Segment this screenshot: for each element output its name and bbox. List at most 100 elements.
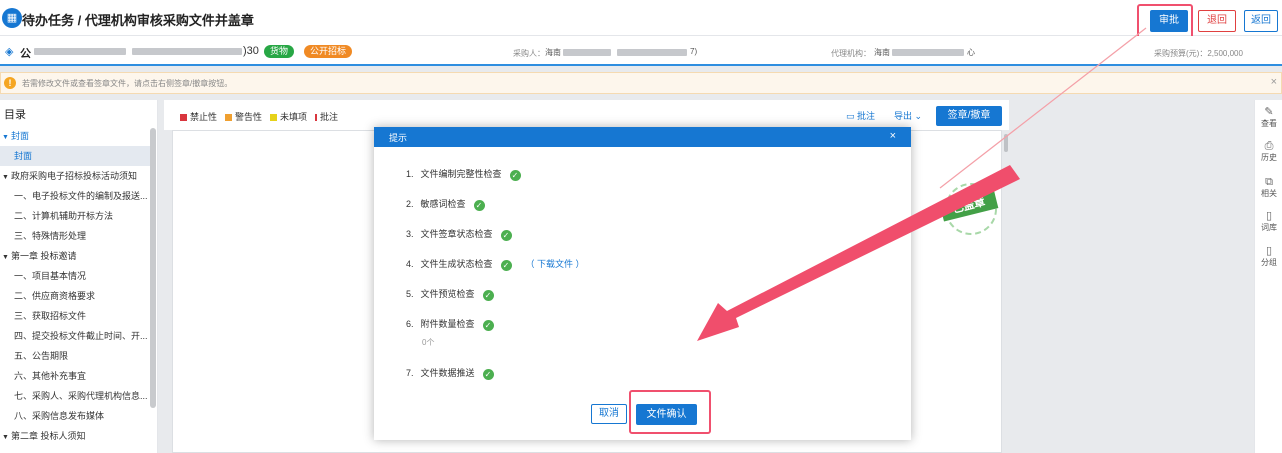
rail-item[interactable]: ⎙ 历史 bbox=[1255, 140, 1282, 163]
export-button[interactable]: 导出 ⌄ bbox=[894, 109, 922, 122]
legend-label: 未填项 bbox=[280, 112, 308, 122]
toc-item-label: 一、项目基本情况 bbox=[14, 271, 87, 281]
toc-item-label: 政府采购电子招标投标活动须知 bbox=[11, 171, 138, 181]
legend-swatch bbox=[270, 114, 278, 121]
check-item: 6. 附件数量检查 ✓ bbox=[406, 317, 494, 331]
download-file-link[interactable]: （ 下载文件 ） bbox=[526, 259, 585, 269]
check-label: 附件数量检查 bbox=[420, 319, 475, 329]
toc-item-label: 第一章 投标邀请 bbox=[11, 251, 77, 261]
check-item: 4. 文件生成状态检查 ✓ （ 下载文件 ） bbox=[406, 257, 585, 271]
check-label: 文件生成状态检查 bbox=[420, 259, 493, 269]
toc-item[interactable]: 一、项目基本情况 bbox=[0, 266, 150, 286]
toc-item-label: 六、其他补充事宜 bbox=[14, 371, 87, 381]
apps-icon[interactable]: ▦ bbox=[2, 8, 22, 28]
warning-icon: ! bbox=[4, 77, 16, 89]
check-number: 6. bbox=[406, 319, 414, 329]
check-item: 7. 文件数据推送 ✓ bbox=[406, 366, 494, 380]
rail-item[interactable]: ▯ 词库 bbox=[1255, 210, 1282, 233]
rail-item-label: 词库 bbox=[1261, 223, 1277, 232]
legend-item: 警告性 bbox=[225, 112, 262, 122]
toc-item[interactable]: 六、其他补充事宜 bbox=[0, 366, 150, 386]
rail-item-label: 查看 bbox=[1261, 119, 1277, 128]
caret-down-icon[interactable]: ▼ bbox=[2, 248, 11, 266]
check-label: 文件数据推送 bbox=[420, 368, 475, 378]
toc-item-label: 三、获取招标文件 bbox=[14, 311, 87, 321]
toc-item[interactable]: ▼ 封面 bbox=[0, 126, 150, 146]
check-number: 2. bbox=[406, 199, 414, 209]
caret-down-icon[interactable]: ▼ bbox=[2, 128, 11, 146]
sign-revoke-button[interactable]: 签章/撤章 bbox=[936, 106, 1002, 126]
legend-item: 禁止性 bbox=[180, 112, 217, 122]
toc-item[interactable]: 一、电子投标文件的编制及报送... bbox=[0, 186, 150, 206]
return-button[interactable]: 退回 bbox=[1198, 10, 1236, 32]
toc-item[interactable]: 三、特殊情形处理 bbox=[0, 226, 150, 246]
redacted-block bbox=[617, 49, 687, 56]
caret-down-icon[interactable]: ▼ bbox=[2, 428, 11, 446]
confirm-highlight-box bbox=[629, 390, 711, 434]
toc-item-label: 二、计算机辅助开标方法 bbox=[14, 211, 114, 221]
close-icon[interactable]: × bbox=[1271, 76, 1277, 88]
sidebar-scrollbar[interactable] bbox=[150, 128, 156, 408]
project-cube-icon: ◈ bbox=[5, 46, 14, 58]
rail-item[interactable]: ▯ 分组 bbox=[1255, 245, 1282, 268]
toc-item-label: 第二章 投标人须知 bbox=[11, 431, 86, 441]
toc-item[interactable]: ▼ 第二章 投标人须知 bbox=[0, 426, 150, 446]
toc-sidebar: 目录 ▼ 封面 封面 ▼ 政府采购电子招标投标活动须知 一、电子投标文件的编制及报送...… bbox=[0, 100, 158, 453]
toc-item[interactable]: 二、供应商资格要求 bbox=[0, 286, 150, 306]
toc-item-label: 封面 bbox=[11, 131, 30, 141]
rail-item[interactable]: ✎ 查看 bbox=[1255, 106, 1282, 129]
cancel-button[interactable]: 取消 bbox=[591, 404, 627, 424]
toc-item[interactable]: 二、计算机辅助开标方法 bbox=[0, 206, 150, 226]
toc-item[interactable]: ▼ 政府采购电子招标投标活动须知 bbox=[0, 166, 150, 186]
toc-item-label: 四、提交投标文件截止时间、开... bbox=[14, 331, 148, 341]
toc-item[interactable]: 封面 bbox=[0, 146, 150, 166]
toc-item[interactable]: 四、提交投标文件截止时间、开... bbox=[0, 326, 150, 346]
check-item: 3. 文件签章状态检查 ✓ bbox=[406, 227, 512, 241]
agency-prefix: 海南 bbox=[874, 48, 890, 57]
check-number: 4. bbox=[406, 259, 414, 269]
legend-swatch bbox=[180, 114, 187, 121]
project-number-suffix: )30 bbox=[243, 45, 259, 57]
export-label: 导出 bbox=[894, 111, 913, 121]
back-button[interactable]: 返回 bbox=[1244, 10, 1278, 32]
toc-item[interactable]: ▼ 第一章 投标邀请 bbox=[0, 246, 150, 266]
toc-item-label: 二、供应商资格要求 bbox=[14, 291, 96, 301]
check-item: 5. 文件预览检查 ✓ bbox=[406, 287, 494, 301]
toc-item[interactable]: 八、采购信息发布媒体 bbox=[0, 406, 150, 426]
approve-highlight-box bbox=[1137, 4, 1193, 39]
toc-item-label: 七、采购人、采购代理机构信息... bbox=[14, 391, 148, 401]
top-bar: ▦ 待办任务 / 代理机构审核采购文件并盖章 审批 退回 返回 bbox=[0, 0, 1282, 36]
toc-item-label: 一、电子投标文件的编制及报送... bbox=[14, 191, 148, 201]
check-pass-icon: ✓ bbox=[482, 320, 494, 331]
toc-item[interactable]: 三、获取招标文件 bbox=[0, 306, 150, 326]
check-label: 文件签章状态检查 bbox=[420, 229, 493, 239]
document-scrollbar[interactable] bbox=[1004, 134, 1008, 152]
rail-item[interactable]: ⧉ 相关 bbox=[1255, 176, 1282, 199]
legend-label: 禁止性 bbox=[190, 112, 218, 122]
legend: 禁止性 警告性 未填项 批注 bbox=[180, 110, 346, 123]
toc-item-label: 五、公告期限 bbox=[14, 351, 69, 361]
rail-item-label: 分组 bbox=[1261, 258, 1277, 267]
legend-item: 批注 bbox=[315, 112, 338, 122]
close-icon[interactable]: × bbox=[890, 130, 896, 142]
agency-label: 代理机构： bbox=[831, 49, 871, 58]
book-icon: ▯ bbox=[1265, 210, 1273, 222]
goods-tag: 货物 bbox=[264, 45, 295, 58]
edit-icon: ✎ bbox=[1264, 106, 1274, 118]
comment-icon: ▭ bbox=[846, 111, 855, 121]
open-tender-tag: 公开招标 bbox=[304, 45, 353, 58]
copy-icon: ⧉ bbox=[1265, 176, 1273, 188]
redacted-block bbox=[34, 48, 126, 55]
toc-title: 目录 bbox=[4, 109, 26, 121]
annotate-button[interactable]: ▭ 批注 bbox=[846, 109, 875, 122]
page-title: 待办任务 / 代理机构审核采购文件并盖章 bbox=[22, 13, 254, 28]
toc-item[interactable]: 七、采购人、采购代理机构信息... bbox=[0, 386, 150, 406]
purchaser-prefix: 海南 bbox=[545, 48, 561, 57]
toc-item[interactable]: 五、公告期限 bbox=[0, 346, 150, 366]
notice-bar: ! 若需修改文件或查看签章文件，请点击右侧签章/撤章按钮。 × bbox=[0, 72, 1282, 94]
caret-down-icon[interactable]: ▼ bbox=[2, 168, 11, 186]
check-pass-icon: ✓ bbox=[482, 290, 494, 301]
rail-item-label: 相关 bbox=[1261, 189, 1277, 198]
legend-item: 未填项 bbox=[270, 112, 307, 122]
toc-item-label: 八、采购信息发布媒体 bbox=[14, 411, 105, 421]
